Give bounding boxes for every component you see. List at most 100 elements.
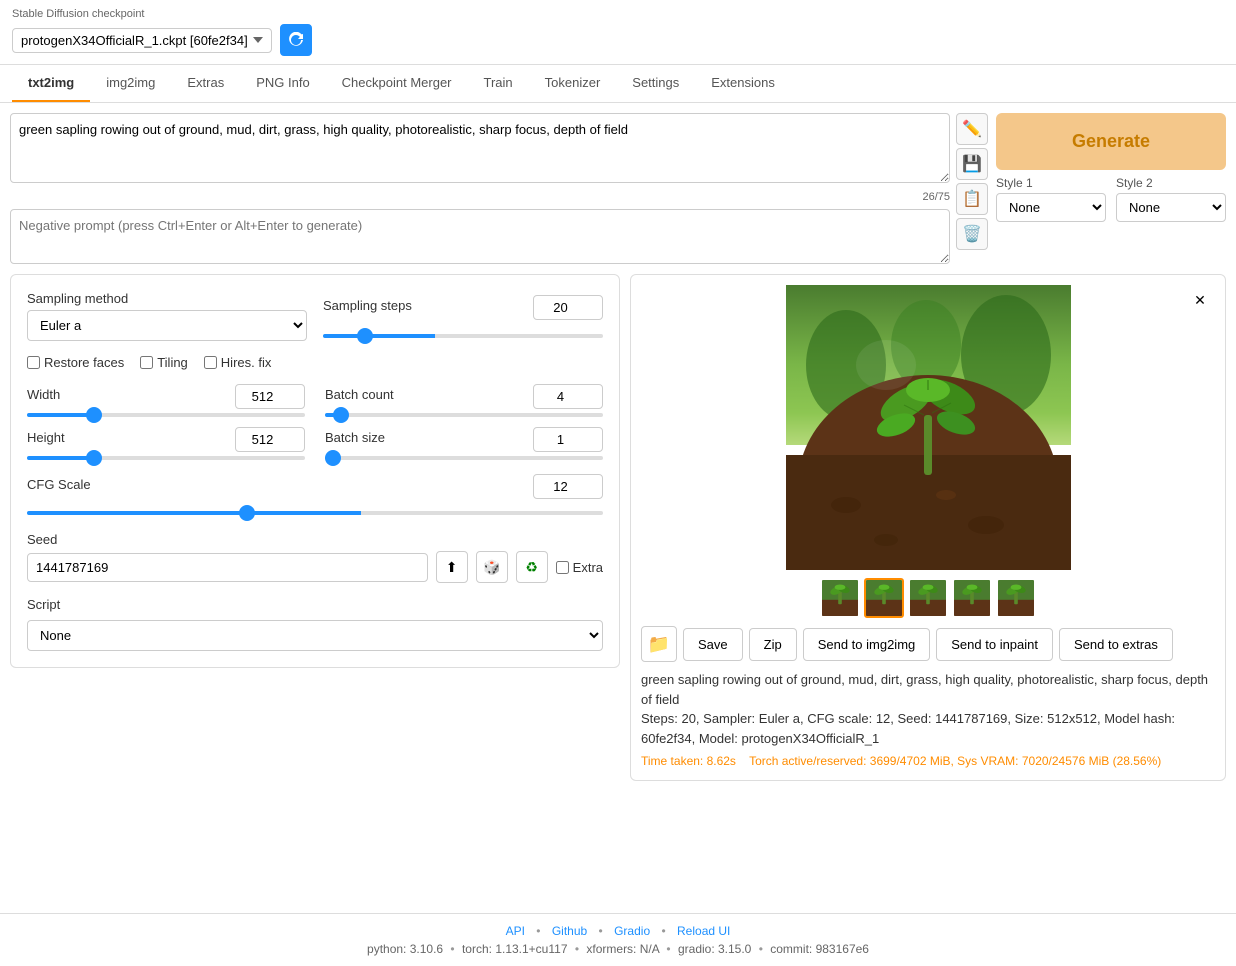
controls-panel: Sampling method Euler a Sampling steps 2… bbox=[10, 274, 620, 668]
generate-button[interactable]: Generate bbox=[996, 113, 1226, 170]
top-section: green sapling rowing out of ground, mud,… bbox=[10, 113, 1226, 264]
image-prompt-info: green sapling rowing out of ground, mud,… bbox=[641, 670, 1215, 709]
footer-versions: python: 3.10.6 • torch: 1.13.1+cu117 • x… bbox=[10, 942, 1226, 956]
thumbnail-row bbox=[641, 578, 1215, 618]
thumbnail-3[interactable] bbox=[952, 578, 992, 618]
batch-size-input[interactable] bbox=[533, 427, 603, 452]
send-extras-button[interactable]: Send to extras bbox=[1059, 628, 1173, 661]
zip-button[interactable]: Zip bbox=[749, 628, 797, 661]
send-img2img-button[interactable]: Send to img2img bbox=[803, 628, 931, 661]
height-label: Height bbox=[27, 430, 65, 445]
seed-dice-button[interactable]: 🎲 bbox=[476, 551, 508, 583]
options-checkbox-row: Restore faces Tiling Hires. fix bbox=[27, 355, 603, 370]
seed-up-button[interactable]: ⬆ bbox=[436, 551, 468, 583]
seed-section: Seed 1441787169 ⬆ 🎲 ♻ Extra bbox=[27, 532, 603, 583]
image-panel: ✕ bbox=[630, 274, 1226, 781]
thumbnail-1[interactable] bbox=[864, 578, 904, 618]
send-inpaint-button[interactable]: Send to inpaint bbox=[936, 628, 1053, 661]
negative-prompt-input[interactable] bbox=[10, 209, 950, 264]
generated-image bbox=[786, 285, 1071, 570]
positive-prompt-input[interactable]: green sapling rowing out of ground, mud,… bbox=[10, 113, 950, 183]
action-buttons-row: 📁 Save Zip Send to img2img Send to inpai… bbox=[641, 626, 1215, 662]
tab-txt2img[interactable]: txt2img bbox=[12, 65, 90, 102]
style1-select[interactable]: None bbox=[996, 193, 1106, 222]
cfg-scale-row: CFG Scale bbox=[27, 474, 603, 518]
close-image-button[interactable]: ✕ bbox=[1189, 289, 1211, 311]
tab-checkpoint-merger[interactable]: Checkpoint Merger bbox=[326, 65, 468, 102]
script-select[interactable]: None bbox=[27, 620, 603, 651]
script-label: Script bbox=[27, 597, 603, 612]
refresh-icon bbox=[288, 32, 304, 48]
image-col: ✕ bbox=[630, 274, 1226, 781]
cfg-scale-label: CFG Scale bbox=[27, 477, 91, 492]
thumbnail-0[interactable] bbox=[820, 578, 860, 618]
batch-count-input[interactable] bbox=[533, 384, 603, 409]
main-image-container: ✕ bbox=[641, 285, 1215, 570]
save-style-button[interactable]: 💾 bbox=[956, 148, 988, 180]
style2-select[interactable]: None bbox=[1116, 193, 1226, 222]
tab-extras[interactable]: Extras bbox=[171, 65, 240, 102]
tab-tokenizer[interactable]: Tokenizer bbox=[529, 65, 617, 102]
api-link[interactable]: API bbox=[506, 924, 525, 938]
sampling-steps-input[interactable]: 20 bbox=[533, 295, 603, 320]
batch-size-slider[interactable] bbox=[325, 456, 603, 460]
height-input[interactable] bbox=[235, 427, 305, 452]
sampling-method-label: Sampling method bbox=[27, 291, 307, 306]
style2-label: Style 2 bbox=[1116, 176, 1226, 190]
tab-extensions[interactable]: Extensions bbox=[695, 65, 791, 102]
open-folder-button[interactable]: 📁 bbox=[641, 626, 677, 662]
hires-fix-checkbox[interactable]: Hires. fix bbox=[204, 355, 272, 370]
github-link[interactable]: Github bbox=[552, 924, 587, 938]
seed-label: Seed bbox=[27, 532, 603, 547]
paste-button[interactable]: 📋 bbox=[956, 183, 988, 215]
sampling-method-group: Sampling method Euler a bbox=[27, 291, 307, 341]
tab-bar: txt2img img2img Extras PNG Info Checkpoi… bbox=[0, 65, 1236, 103]
controls-col: Sampling method Euler a Sampling steps 2… bbox=[10, 274, 620, 781]
footer: API • Github • Gradio • Reload UI python… bbox=[0, 913, 1236, 966]
width-slider[interactable] bbox=[27, 413, 305, 417]
seed-recycle-button[interactable]: ♻ bbox=[516, 551, 548, 583]
edit-prompt-button[interactable]: ✏️ bbox=[956, 113, 988, 145]
header: Stable Diffusion checkpoint protogenX34O… bbox=[0, 0, 1236, 65]
seed-input[interactable]: 1441787169 bbox=[27, 553, 428, 582]
sampling-steps-slider[interactable] bbox=[323, 334, 603, 338]
tiling-checkbox[interactable]: Tiling bbox=[140, 355, 188, 370]
clear-button[interactable]: 🗑️ bbox=[956, 218, 988, 250]
cfg-scale-input[interactable] bbox=[533, 474, 603, 499]
sampling-steps-label: Sampling steps bbox=[323, 298, 412, 313]
width-label: Width bbox=[27, 387, 60, 402]
save-button[interactable]: Save bbox=[683, 628, 743, 661]
cfg-scale-slider[interactable] bbox=[27, 511, 603, 515]
image-time-info: Time taken: 8.62s Torch active/reserved:… bbox=[641, 752, 1215, 770]
prompt-section: green sapling rowing out of ground, mud,… bbox=[10, 113, 988, 264]
reload-ui-link[interactable]: Reload UI bbox=[677, 924, 730, 938]
width-input[interactable] bbox=[235, 384, 305, 409]
restore-faces-checkbox[interactable]: Restore faces bbox=[27, 355, 124, 370]
tab-settings[interactable]: Settings bbox=[616, 65, 695, 102]
tab-png-info[interactable]: PNG Info bbox=[240, 65, 325, 102]
sampling-method-select[interactable]: Euler a bbox=[27, 310, 307, 341]
params-grid: Width Batch count bbox=[27, 384, 603, 460]
gradio-link[interactable]: Gradio bbox=[614, 924, 650, 938]
thumbnail-2[interactable] bbox=[908, 578, 948, 618]
batch-count-slider[interactable] bbox=[325, 413, 603, 417]
batch-size-param: Batch size bbox=[325, 427, 603, 460]
thumbnail-4[interactable] bbox=[996, 578, 1036, 618]
image-info-text: green sapling rowing out of ground, mud,… bbox=[641, 670, 1215, 770]
batch-count-param: Batch count bbox=[325, 384, 603, 417]
two-col-layout: Sampling method Euler a Sampling steps 2… bbox=[10, 274, 1226, 781]
generate-section: Generate Style 1 None Style 2 None bbox=[996, 113, 1226, 264]
prompt-icon-buttons: ✏️ 💾 📋 🗑️ bbox=[956, 113, 988, 250]
height-param: Height bbox=[27, 427, 305, 460]
tab-train[interactable]: Train bbox=[468, 65, 529, 102]
height-slider[interactable] bbox=[27, 456, 305, 460]
footer-links: API • Github • Gradio • Reload UI bbox=[10, 924, 1226, 938]
extra-seed-checkbox[interactable]: Extra bbox=[556, 560, 603, 575]
batch-size-label: Batch size bbox=[325, 430, 385, 445]
width-param: Width bbox=[27, 384, 305, 417]
token-count: 26/75 bbox=[10, 191, 950, 203]
checkpoint-select[interactable]: protogenX34OfficialR_1.ckpt [60fe2f34] bbox=[12, 28, 272, 53]
refresh-checkpoint-button[interactable] bbox=[280, 24, 312, 56]
sampling-row: Sampling method Euler a Sampling steps 2… bbox=[27, 291, 603, 341]
tab-img2img[interactable]: img2img bbox=[90, 65, 171, 102]
